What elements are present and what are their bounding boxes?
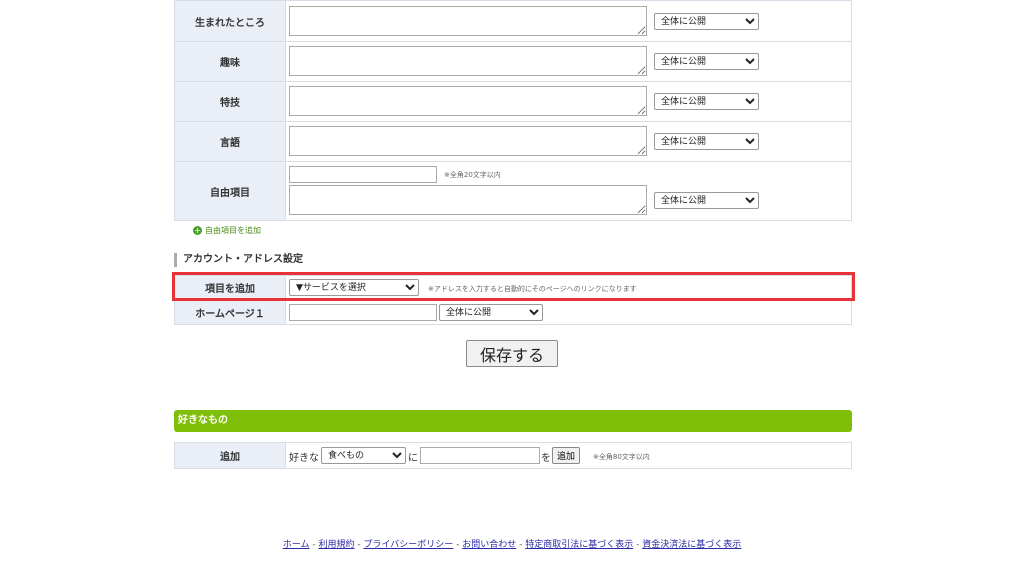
row-label: 特技 xyxy=(174,81,286,122)
free-item-visibility-select[interactable]: 全体に公開 xyxy=(654,192,759,209)
birthplace-textarea[interactable] xyxy=(289,6,647,36)
favorites-prefix: 好きな xyxy=(289,453,319,464)
row-label: 言語 xyxy=(174,121,286,162)
favorites-add-row: 追加 好きな 食べもの に を 追加 ※全角80文字以内 xyxy=(174,442,852,469)
footer-link-payment-law[interactable]: 資金決済法に基づく表示 xyxy=(642,540,741,550)
skill-textarea[interactable] xyxy=(289,86,647,116)
add-free-item-label: 自由項目を追加 xyxy=(205,226,261,235)
add-item-row: 項目を追加 ▼サービスを選択 ※アドレスを入力すると自動的にそのページへのリンク… xyxy=(174,275,852,300)
birthplace-visibility-select[interactable]: 全体に公開 xyxy=(654,13,759,30)
homepage-label: ホームページ１ xyxy=(174,299,286,325)
hobby-visibility-select[interactable]: 全体に公開 xyxy=(654,53,759,70)
footer-link-home[interactable]: ホーム xyxy=(283,540,310,550)
favorites-note: ※全角80文字以内 xyxy=(593,453,650,461)
row-label: 自由項目 xyxy=(174,161,286,221)
language-visibility-select[interactable]: 全体に公開 xyxy=(654,133,759,150)
service-select[interactable]: ▼サービスを選択 xyxy=(289,279,419,296)
service-note: ※アドレスを入力すると自動的にそのページへのリンクになります xyxy=(428,285,637,293)
free-item-textarea[interactable] xyxy=(289,185,647,215)
plus-circle-icon: + xyxy=(193,226,202,235)
favorites-row-label: 追加 xyxy=(174,442,286,469)
account-table: 項目を追加 ▼サービスを選択 ※アドレスを入力すると自動的にそのページへのリンク… xyxy=(174,275,852,325)
footer-separator: - xyxy=(453,540,463,550)
favorites-section-title: 好きなもの xyxy=(174,410,852,432)
save-button[interactable]: 保存する xyxy=(466,340,558,367)
profile-row-birthplace: 生まれたところ 全体に公開 xyxy=(174,0,852,42)
footer-link-terms[interactable]: 利用規約 xyxy=(318,540,354,550)
free-item-title-input[interactable] xyxy=(289,166,437,183)
footer-link-tokusho[interactable]: 特定商取引法に基づく表示 xyxy=(525,540,633,550)
favorites-ni: に xyxy=(408,453,418,464)
homepage-row: ホームページ１ 全体に公開 xyxy=(174,299,852,325)
favorites-item-input[interactable] xyxy=(420,447,540,464)
hobby-textarea[interactable] xyxy=(289,46,647,76)
favorites-wo: を xyxy=(541,453,551,464)
favorites-table: 追加 好きな 食べもの に を 追加 ※全角80文字以内 xyxy=(174,442,852,469)
footer-link-contact[interactable]: お問い合わせ xyxy=(462,540,516,550)
profile-row-language: 言語 全体に公開 xyxy=(174,121,852,162)
footer-link-privacy[interactable]: プライバシーポリシー xyxy=(363,540,453,550)
footer-separator: - xyxy=(516,540,526,550)
skill-visibility-select[interactable]: 全体に公開 xyxy=(654,93,759,110)
favorites-category-select[interactable]: 食べもの xyxy=(321,447,406,464)
profile-table: 生まれたところ 全体に公開 趣味 全体に公開 特技 全体に公開 言語 全体に公開… xyxy=(174,0,852,221)
add-item-label: 項目を追加 xyxy=(174,275,286,300)
homepage-url-input[interactable] xyxy=(289,304,437,321)
profile-row-free-item: 自由項目 ※全角20文字以内 全体に公開 xyxy=(174,161,852,221)
row-label: 生まれたところ xyxy=(174,0,286,42)
homepage-visibility-select[interactable]: 全体に公開 xyxy=(439,304,543,321)
profile-row-skill: 特技 全体に公開 xyxy=(174,81,852,122)
footer-separator: - xyxy=(633,540,643,550)
language-textarea[interactable] xyxy=(289,126,647,156)
account-section-title: アカウント・アドレス設定 xyxy=(174,253,303,267)
add-free-item-link[interactable]: + 自由項目を追加 xyxy=(193,225,261,236)
footer-links: ホーム - 利用規約 - プライバシーポリシー - お問い合わせ - 特定商取引… xyxy=(0,537,1024,550)
profile-row-hobby: 趣味 全体に公開 xyxy=(174,41,852,82)
row-label: 趣味 xyxy=(174,41,286,82)
favorites-add-button[interactable]: 追加 xyxy=(552,447,581,464)
free-item-note: ※全角20文字以内 xyxy=(444,171,501,179)
